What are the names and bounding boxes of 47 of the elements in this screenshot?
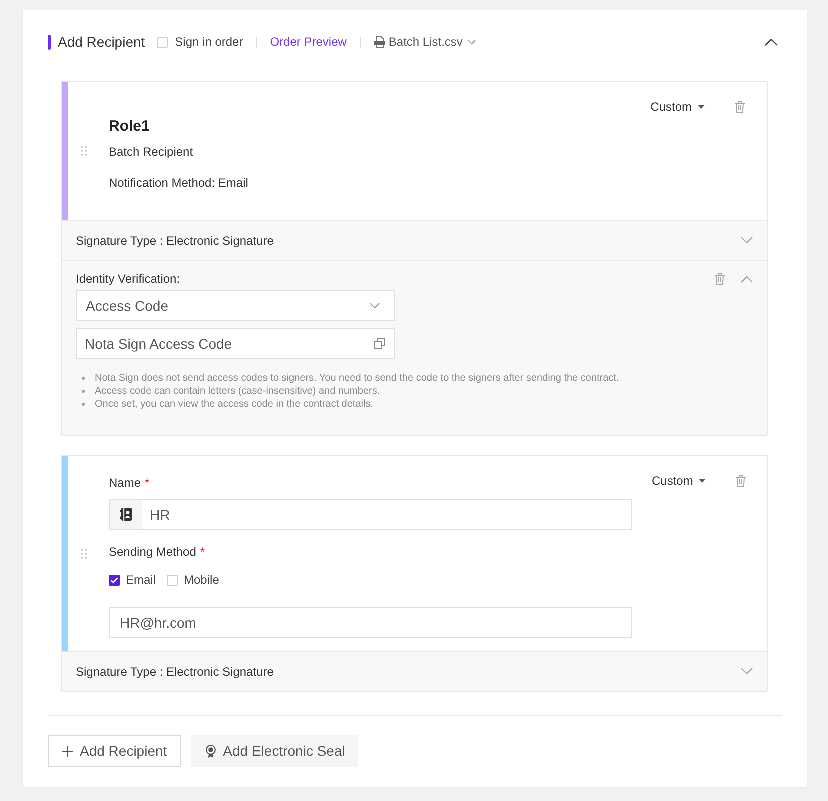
- caret-icon: [699, 479, 706, 483]
- required-mark: *: [200, 544, 206, 560]
- award-icon: [206, 744, 216, 758]
- role-title: Role1: [109, 117, 151, 137]
- signature-type-row[interactable]: Signature Type : Electronic Signature: [62, 651, 767, 691]
- chevron-down-icon: [468, 40, 476, 44]
- custom-dropdown[interactable]: Custom: [650, 99, 705, 115]
- chevron-down-icon: [370, 302, 380, 308]
- drag-handle-icon[interactable]: [81, 548, 87, 558]
- batch-file-dropdown[interactable]: Batch List.csv: [374, 35, 476, 49]
- copy-icon[interactable]: [374, 338, 385, 349]
- chevron-icon[interactable]: [765, 38, 778, 46]
- note-text: Once set, you can view the access code in the contract details.: [95, 398, 374, 411]
- field-label: Name: [109, 475, 142, 491]
- notification-method-text: Notification Method: Email: [109, 175, 250, 191]
- required-mark: *: [145, 475, 150, 491]
- sign-in-order-checkbox[interactable]: Sign in order: [157, 35, 244, 49]
- contact-book-icon[interactable]: [120, 508, 132, 521]
- signature-type-row[interactable]: Signature Type : Electronic Signature: [62, 220, 767, 260]
- order-preview-link[interactable]: Order Preview: [270, 35, 347, 49]
- verification-method-select[interactable]: Access Code: [76, 290, 395, 321]
- field-label: Sending Method: [109, 544, 196, 560]
- caret-icon: [698, 105, 705, 109]
- trash-icon[interactable]: [715, 273, 725, 285]
- add-recipient-button[interactable]: Add Recipient: [48, 735, 182, 767]
- trash-icon[interactable]: [736, 475, 746, 487]
- section-title: Add Recipient: [58, 34, 146, 50]
- note-text: Nota Sign does not send access codes to signers. You need to send the code to the signers after sending the contract.: [95, 372, 620, 385]
- recipient-type-text: Batch Recipient: [109, 144, 194, 160]
- title-accent-bar: [48, 34, 51, 50]
- email-input[interactable]: HR@hr.com: [109, 607, 632, 638]
- note-text: Access code can contain letters (case-insensitive) and numbers.: [95, 385, 380, 398]
- custom-dropdown[interactable]: Custom: [652, 473, 706, 489]
- access-code-input[interactable]: Nota Sign Access Code: [76, 328, 395, 359]
- add-seal-button[interactable]: Add Electronic Seal: [191, 735, 358, 767]
- bullet-icon: [82, 377, 85, 380]
- bullet-icon: [82, 390, 85, 393]
- sending-method-checkbox[interactable]: Email: [109, 573, 156, 587]
- field-label: Identity Verification:: [76, 271, 180, 287]
- trash-icon[interactable]: [735, 101, 745, 113]
- drag-handle-icon[interactable]: [81, 146, 87, 156]
- file-icon: [374, 36, 385, 48]
- bullet-icon: [82, 403, 85, 406]
- plus-icon: [62, 746, 73, 756]
- sending-method-checkbox[interactable]: Mobile: [167, 573, 220, 587]
- name-input[interactable]: HR: [109, 499, 632, 530]
- checkbox[interactable]: [109, 574, 120, 586]
